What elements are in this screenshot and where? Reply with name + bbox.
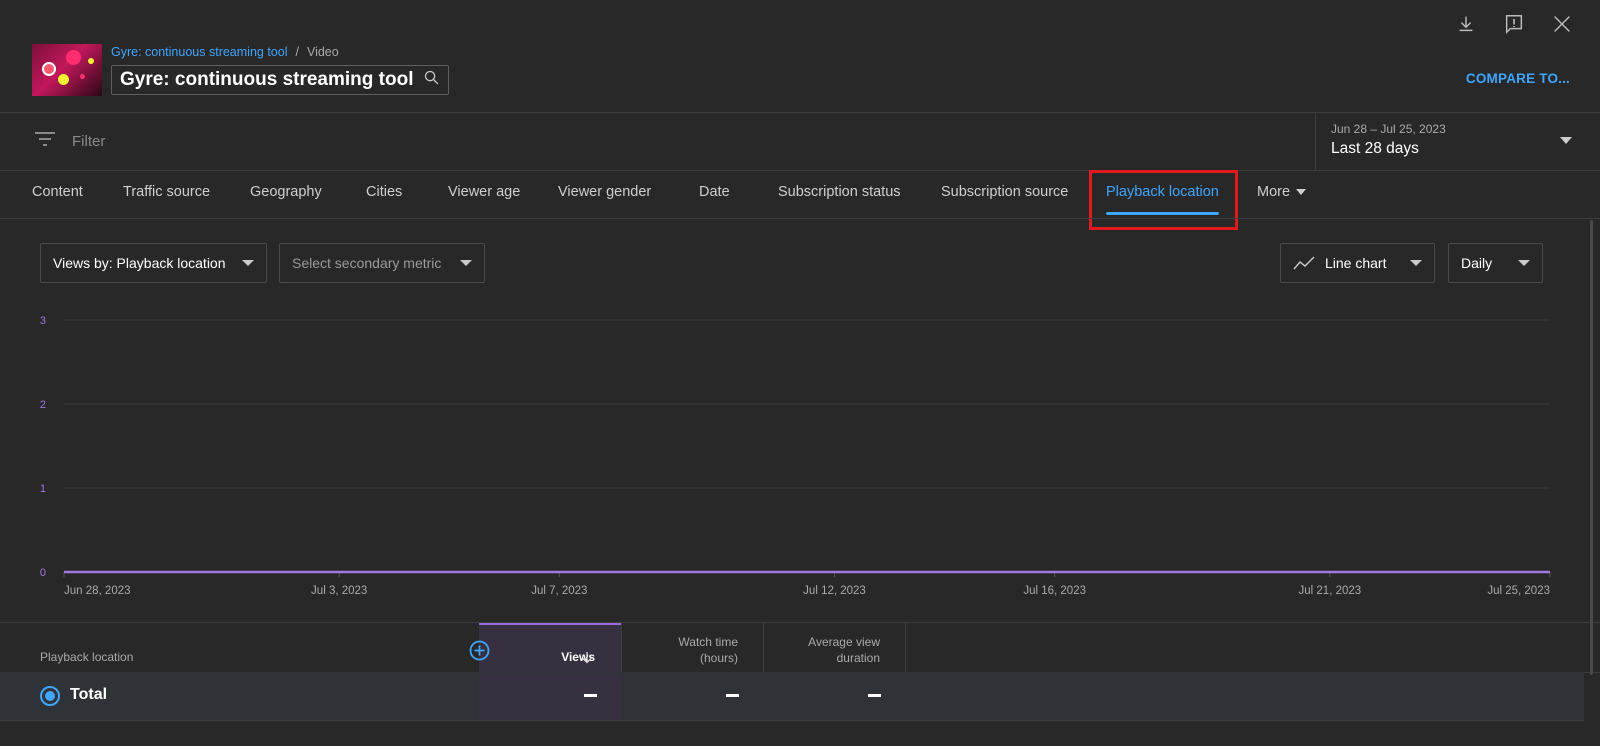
divider [0, 218, 1600, 219]
video-title-selector[interactable]: Gyre: continuous streaming tool [111, 65, 450, 95]
avd-total-empty [868, 694, 881, 697]
chart-type-label: Line chart [1325, 255, 1387, 271]
x-tick-label: Jul 21, 2023 [1299, 585, 1362, 597]
x-tick-label: Jul 12, 2023 [803, 585, 866, 597]
divider [0, 622, 1600, 623]
tab-content[interactable]: Content [32, 170, 83, 218]
tab-geography[interactable]: Geography [250, 170, 322, 218]
y-tick-label: 0 [40, 567, 46, 579]
tab-more[interactable]: More [1257, 170, 1307, 218]
column-header-average-view-duration[interactable]: Average view duration [763, 634, 880, 666]
tab-subscription-status[interactable]: Subscription status [778, 170, 901, 218]
filter-icon[interactable] [34, 131, 56, 147]
line-chart-icon [1293, 256, 1315, 270]
tab-viewer-gender[interactable]: Viewer gender [558, 170, 651, 218]
chart-type-dropdown[interactable]: Line chart [1280, 243, 1435, 283]
top-icons [1454, 12, 1574, 36]
primary-metric-label: Views by: Playback location [53, 255, 226, 271]
chevron-down-icon [460, 260, 472, 266]
page-title: Gyre: continuous streaming tool [120, 69, 414, 90]
x-tick-label: Jul 25, 2023 [1487, 585, 1550, 597]
total-label: Total [70, 686, 108, 703]
watch-time-header-line1: Watch time [678, 635, 738, 649]
divider [1315, 112, 1316, 170]
chevron-down-icon[interactable] [1560, 137, 1572, 144]
x-tick-label: Jun 28, 2023 [64, 585, 131, 597]
interval-dropdown[interactable]: Daily [1448, 243, 1543, 283]
video-thumbnail [32, 44, 102, 96]
primary-metric-dropdown[interactable]: Views by: Playback location [40, 243, 267, 283]
chevron-down-icon [242, 260, 254, 266]
download-icon[interactable] [1454, 12, 1478, 36]
chevron-down-icon [1296, 189, 1307, 196]
feedback-icon[interactable] [1502, 12, 1526, 36]
secondary-metric-label: Select secondary metric [292, 255, 442, 271]
breadcrumb-separator: / [295, 45, 299, 59]
divider [0, 720, 1584, 721]
breadcrumb-channel-link[interactable]: Gyre: continuous streaming tool [111, 45, 287, 59]
x-tick-label: Jul 7, 2023 [531, 585, 587, 597]
scrollbar[interactable] [1590, 220, 1593, 675]
tab-subscription-source[interactable]: Subscription source [941, 170, 1068, 218]
breadcrumb: Gyre: continuous streaming tool / Video [111, 45, 339, 59]
total-radio[interactable] [40, 686, 60, 706]
secondary-metric-dropdown[interactable]: Select secondary metric [279, 243, 485, 283]
avd-header-line1: Average view [808, 635, 880, 649]
column-header-views[interactable]: Views [479, 650, 595, 664]
radio-dot [45, 691, 55, 701]
table-row-total [0, 672, 1584, 720]
views-column-highlight [479, 673, 621, 720]
x-tick-label: Jul 3, 2023 [311, 585, 367, 597]
watch-time-header-line2: (hours) [699, 651, 738, 665]
tab-cities[interactable]: Cities [366, 170, 402, 218]
column-header-playback-location[interactable]: Playback location [40, 650, 133, 664]
watch-time-total-empty [726, 694, 739, 697]
y-tick-label: 3 [40, 315, 46, 327]
avd-header-line2: duration [836, 651, 880, 665]
date-period-selector[interactable]: Last 28 days [1331, 140, 1419, 158]
active-tab-underline [1106, 212, 1219, 215]
chevron-down-icon [1518, 260, 1530, 266]
filter-input[interactable]: Filter [72, 133, 105, 150]
tab-traffic-source[interactable]: Traffic source [123, 170, 210, 218]
chevron-down-icon [1410, 260, 1422, 266]
search-icon[interactable] [423, 69, 440, 91]
divider [0, 112, 1600, 113]
views-line-chart: 3 2 1 0 Jun 28, 2023 Jul 3, 2023 Jul 7, 2023 Ju… [40, 315, 1551, 597]
compare-to-button[interactable]: COMPARE TO... [1466, 71, 1570, 86]
tab-bar: Content Traffic source Geography Cities … [0, 170, 1600, 218]
date-range-text: Jun 28 – Jul 25, 2023 [1331, 122, 1446, 136]
views-total-empty [584, 694, 597, 697]
tab-viewer-age[interactable]: Viewer age [448, 170, 520, 218]
tab-date[interactable]: Date [699, 170, 730, 218]
column-header-watch-time[interactable]: Watch time (hours) [621, 634, 738, 666]
y-tick-label: 2 [40, 399, 46, 411]
sort-down-icon[interactable] [581, 651, 593, 664]
close-icon[interactable] [1550, 12, 1574, 36]
tab-playback-location[interactable]: Playback location [1106, 170, 1219, 218]
y-tick-label: 1 [40, 483, 46, 495]
interval-label: Daily [1461, 255, 1493, 271]
breadcrumb-current: Video [306, 45, 339, 59]
x-tick-label: Jul 16, 2023 [1023, 585, 1086, 597]
